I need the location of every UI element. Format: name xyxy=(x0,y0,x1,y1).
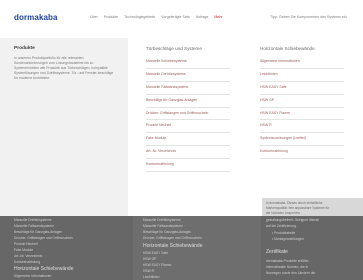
page-text: internationale Normen, die in xyxy=(266,265,309,269)
page-link: Manuelle Faltwandsysteme xyxy=(143,224,183,228)
page-link: HSW R xyxy=(143,269,154,273)
snippet-line: Markenqualität, fein anpassbare Systeme … xyxy=(266,206,330,210)
page-link: Beschläge für Ganzglas-Anlagen xyxy=(143,230,192,234)
intro-title: Produkte xyxy=(14,46,35,51)
mega-menu: Produkte In unserem Produktportfolio für… xyxy=(0,38,363,216)
nav-item-vorgefertigte-sets[interactable]: Vorgefertigte Sets xyxy=(161,15,190,19)
dormakaba-logo[interactable]: dormakaba xyxy=(14,13,58,22)
page-text: Norwegen sowie den Ländern der xyxy=(266,271,316,275)
page-link: Konturenabfolung xyxy=(14,260,41,264)
menu-list-turbeschlage: Manuelle Schiebesysteme Manuelle Drehtür… xyxy=(146,56,230,173)
page-link: HSW EASY Flamm xyxy=(143,263,172,267)
menu-item[interactable]: Systemzuordnungen (Leeftel) xyxy=(260,133,344,147)
menu-item[interactable]: HSW GP xyxy=(260,95,344,108)
page-overlay-background: Manuelle Drehtürsysteme Manuelle Faltwan… xyxy=(0,216,363,280)
page-text: dormakaba-Produkte erfüllen xyxy=(266,259,309,263)
page-snippet: in dormakaba. Dieses durch einheitliche … xyxy=(262,198,363,216)
page-link: HSW GP xyxy=(143,257,157,261)
menu-item[interactable]: HSW EASY Safe xyxy=(260,82,344,95)
page-heading: Horizontale Schiebewände xyxy=(143,243,203,249)
logo-text: dormakaba xyxy=(14,13,58,22)
menu-item[interactable]: Manuelle Faltwandsysteme xyxy=(146,82,230,95)
menu-item[interactable]: Leichtlinien xyxy=(260,69,344,82)
page-link: Produkt Neuheit xyxy=(14,242,38,246)
mega-menu-intro: Produkte In unserem Produktportfolio für… xyxy=(0,38,128,216)
menu-item[interactable]: Art.-Nr. Verzeichnis xyxy=(146,146,230,160)
menu-item[interactable]: Konturenabfolung xyxy=(260,146,344,160)
page-link: Drücker, Griffstangen und Griffmuscheln xyxy=(14,236,73,240)
page-bullet: • Produkttabelle xyxy=(272,231,296,235)
page-link: Allgemeine Informationen xyxy=(14,274,52,278)
page-link: Manuelle Drehtürsysteme xyxy=(143,218,181,222)
nav-item-anfrage[interactable]: Anfrage xyxy=(196,15,209,19)
menu-item[interactable]: Manuelle Schiebesysteme xyxy=(146,56,230,69)
menu-list-schiebewande: Allgemeine Informationen Leichtlinien HS… xyxy=(260,56,344,160)
page-bullet: • Montageanleitungen xyxy=(272,237,304,241)
menu-item[interactable]: Drücker, Griffstangen und Griffmuscheln xyxy=(146,108,230,121)
menu-item[interactable]: HSW R xyxy=(260,120,344,134)
page-link: HSW EASY Safe xyxy=(143,251,169,255)
snippet-line: in dormakaba. Dieses durch einheitliche xyxy=(266,201,323,205)
page-link: Fake Module xyxy=(14,248,34,252)
intro-text: In unserem Produktportfolio für alle rel… xyxy=(14,56,114,80)
snippet-line: die höchsten Ansprüche. xyxy=(266,211,301,215)
page-text: gestaltungsfreiheit. Geeignet überall xyxy=(266,218,319,222)
menu-item[interactable]: Manuelle Drehtürsysteme xyxy=(146,69,230,82)
page-heading: Zertifikate xyxy=(266,249,288,255)
page-link: Manuelle Faltwandsysteme xyxy=(14,224,54,228)
page-link: Leichtlinien xyxy=(143,275,160,279)
menu-item[interactable]: Fake Module xyxy=(146,133,230,147)
menu-item[interactable]: Konturenabfolung xyxy=(146,159,230,173)
page-heading: Horizontale Schiebewände xyxy=(14,266,74,272)
page-link: Drücker, Griffstangen und Griffmuscheln xyxy=(143,236,202,240)
column-title-turbeschlage: Türbeschläge und Systeme xyxy=(146,46,202,51)
menu-item[interactable]: Allgemeine Informationen xyxy=(260,56,344,69)
nav-item-technologiegebiete[interactable]: Technologiegebiete xyxy=(124,15,155,19)
menu-item[interactable]: HSW EASY Flamm xyxy=(260,108,344,121)
nav-item-uber[interactable]: Über xyxy=(90,15,98,19)
page-link: Beschläge für Ganzglas-Anlagen xyxy=(14,230,63,234)
menu-item[interactable]: Produkt Neuheit xyxy=(146,120,230,134)
nav-item-mehr[interactable]: Mehr xyxy=(214,15,222,19)
page-link: Manuelle Drehtürsysteme xyxy=(14,218,52,222)
main-nav: Über Produkte Technologiegebiete Vorgefe… xyxy=(90,15,223,19)
menu-item[interactable]: Beschläge für Ganzglas-Anlagen xyxy=(146,95,230,108)
page-link: Art.-Nr. Verzeichnis xyxy=(14,254,43,258)
column-title-schiebewande: Horizontale Schiebewände xyxy=(260,46,315,51)
search-hint[interactable]: Tipp: Geben Sie Komponenten des Systems … xyxy=(270,15,347,19)
page-text: auf die Zertifizierung. xyxy=(266,224,297,228)
top-navigation-bar: dormakaba Über Produkte Technologiegebie… xyxy=(0,0,363,38)
nav-item-produkte[interactable]: Produkte xyxy=(104,15,118,19)
